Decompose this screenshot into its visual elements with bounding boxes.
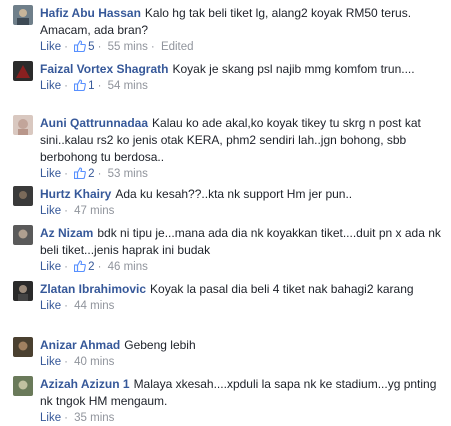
comment-author[interactable]: Az Nizam (40, 226, 93, 240)
like-thumb-icon[interactable] (74, 167, 87, 179)
like-button[interactable]: Like (40, 356, 61, 368)
avatar[interactable] (13, 186, 33, 206)
comment-author[interactable]: Auni Qattrunnadaa (40, 116, 148, 130)
comment-author[interactable]: Hafiz Abu Hassan (40, 6, 141, 20)
reaction-count[interactable]: 2 (88, 168, 94, 180)
comment-thread: Hafiz Abu Hassan Kalo hg tak beli tiket l… (0, 0, 451, 424)
avatar[interactable] (13, 337, 33, 357)
like-button[interactable]: Like (40, 412, 61, 424)
comment-author[interactable]: Anizar Ahmad (40, 338, 120, 352)
comment-author[interactable]: Azizah Azizun 1 (40, 377, 130, 391)
comment-text: Koyak je skang psl najib mmg komfom trun… (172, 62, 415, 76)
like-thumb-icon[interactable] (74, 260, 87, 272)
like-button[interactable]: Like (40, 300, 61, 312)
comment-time[interactable]: 55 mins (108, 41, 148, 53)
comment-author[interactable]: Hurtz Khairy (40, 187, 111, 201)
comment-author[interactable]: Faizal Vortex Shagrath (40, 62, 168, 76)
comment-text: Ada ku kesah??..kta nk support Hm jer pu… (115, 187, 353, 201)
comment-meta: Like · 5 · 55 mins · Edited (40, 40, 194, 53)
avatar[interactable] (13, 225, 33, 245)
comment-time[interactable]: 35 mins (74, 412, 114, 424)
comment-meta: Like · 47 mins (40, 205, 115, 217)
comment-meta: Like · 2 · 46 mins (40, 260, 148, 273)
reaction-count[interactable]: 1 (88, 80, 94, 92)
like-button[interactable]: Like (40, 205, 61, 217)
comment-time[interactable]: 53 mins (108, 168, 148, 180)
comment-meta: Like · 2 · 53 mins (40, 167, 148, 180)
avatar[interactable] (13, 5, 33, 25)
like-button[interactable]: Like (40, 41, 61, 53)
reaction-count[interactable]: 2 (88, 261, 94, 273)
comment-meta: Like · 40 mins (40, 356, 115, 368)
comment-text: bdk ni tipu je...mana ada dia nk koyakka… (40, 226, 441, 257)
like-thumb-icon[interactable] (74, 40, 87, 52)
avatar[interactable] (13, 281, 33, 301)
avatar[interactable] (13, 61, 33, 81)
comment-text: Koyak la pasal dia beli 4 tiket nak baha… (150, 282, 414, 296)
avatar[interactable] (13, 115, 33, 135)
comment-meta: Like · 1 · 54 mins (40, 79, 148, 92)
edited-label[interactable]: Edited (161, 41, 194, 53)
like-button[interactable]: Like (40, 168, 61, 180)
like-thumb-icon[interactable] (74, 79, 87, 91)
comment-time[interactable]: 46 mins (108, 261, 148, 273)
reaction-count[interactable]: 5 (88, 41, 94, 53)
avatar[interactable] (13, 376, 33, 396)
comment-time[interactable]: 54 mins (108, 80, 148, 92)
like-button[interactable]: Like (40, 80, 61, 92)
like-button[interactable]: Like (40, 261, 61, 273)
comment-text: Gebeng lebih (124, 338, 196, 352)
comment-time[interactable]: 40 mins (74, 356, 114, 368)
comment-author[interactable]: Zlatan Ibrahimovic (40, 282, 146, 296)
comment-time[interactable]: 47 mins (74, 205, 114, 217)
comment-time[interactable]: 44 mins (74, 300, 114, 312)
comment-meta: Like · 44 mins (40, 300, 115, 312)
